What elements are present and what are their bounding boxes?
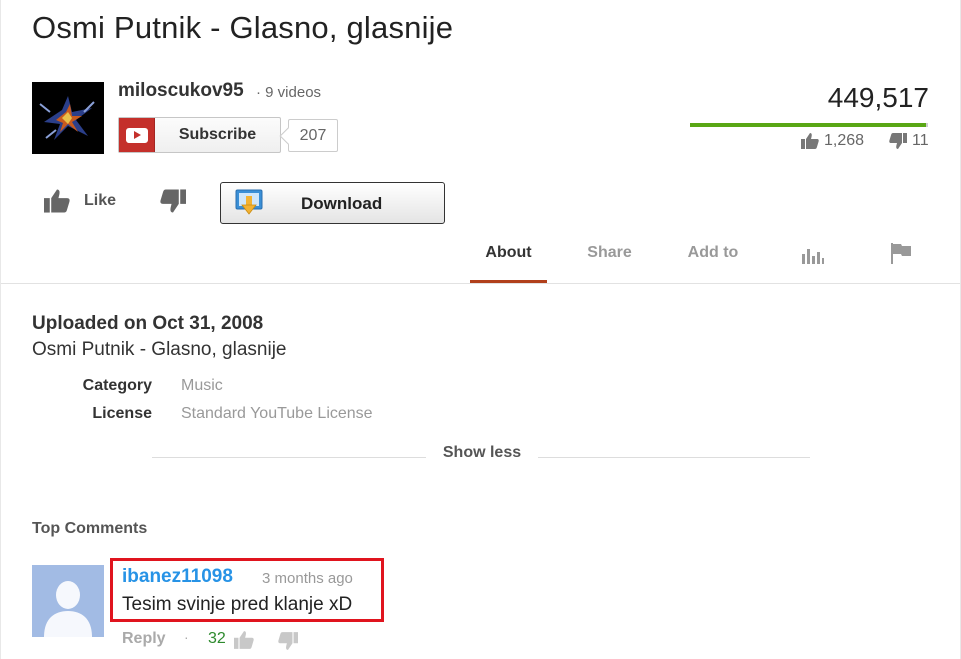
channel-avatar-art: [32, 82, 104, 154]
upload-date: Uploaded on Oct 31, 2008: [32, 313, 264, 334]
show-less-button[interactable]: Show less: [430, 444, 534, 462]
comment-avatar[interactable]: [32, 565, 104, 637]
channel-avatar[interactable]: [32, 82, 104, 154]
like-label: Like: [84, 192, 117, 209]
channel-name[interactable]: miloscukov95: [118, 80, 244, 102]
view-count: 449,517: [827, 82, 929, 113]
comment-author[interactable]: ibanez11098: [122, 566, 233, 588]
dislike-button[interactable]: [160, 188, 186, 219]
thumbs-up-icon: [234, 631, 254, 649]
rating-bar-fill: [690, 123, 926, 127]
tab-stats[interactable]: [790, 236, 835, 283]
tab-report[interactable]: [878, 236, 923, 283]
dislike-count-summary: 11: [889, 132, 929, 150]
comment-dislike-button[interactable]: [278, 632, 298, 655]
show-less-divider-left: [152, 457, 426, 458]
video-tabs: About Share Add to: [470, 236, 940, 284]
default-user-icon: [32, 565, 104, 637]
subscriber-count: 207: [288, 119, 338, 152]
subscribe-label: Subscribe: [178, 126, 257, 143]
thumbs-up-icon: [44, 189, 70, 213]
dislike-count: 11: [912, 132, 929, 149]
like-button[interactable]: Like: [44, 188, 116, 214]
like-count-summary: 1,268: [801, 132, 864, 150]
tab-add-to[interactable]: Add to: [675, 236, 751, 283]
thumbs-down-icon: [160, 189, 186, 213]
tabs-divider: [1, 283, 960, 284]
comments-heading[interactable]: Top Comments: [32, 520, 147, 538]
comment-separator: ·: [184, 629, 189, 645]
thumbs-down-icon: [889, 133, 907, 149]
download-button[interactable]: Download: [220, 182, 445, 224]
thumbs-up-icon: [801, 133, 819, 149]
license-value: Standard YouTube License: [181, 405, 373, 422]
like-count: 1,268: [824, 132, 865, 149]
video-title: Osmi Putnik - Glasno, glasnije: [32, 10, 454, 45]
video-description: Osmi Putnik - Glasno, glasnije: [32, 339, 287, 360]
thumbs-down-icon: [278, 632, 298, 650]
youtube-logo-icon: [119, 118, 155, 152]
stats-icon: [801, 249, 824, 264]
flag-icon: [890, 243, 911, 264]
comment-like-button[interactable]: [234, 631, 254, 654]
channel-video-count[interactable]: · 9 videos: [256, 84, 321, 101]
license-label: License: [92, 405, 152, 422]
rating-bar: [690, 123, 928, 127]
comment-like-count: 32: [208, 630, 226, 647]
tab-about[interactable]: About: [470, 236, 547, 283]
category-label: Category: [82, 377, 152, 394]
comment-text: Tesim svinje pred klanje xD: [122, 594, 353, 615]
download-icon: [235, 189, 263, 215]
download-label: Download: [301, 194, 383, 213]
category-value[interactable]: Music: [181, 377, 223, 395]
tab-share[interactable]: Share: [572, 236, 647, 283]
reply-button[interactable]: Reply: [122, 630, 166, 648]
subscribe-button[interactable]: Subscribe: [118, 117, 281, 153]
comment-timestamp[interactable]: 3 months ago: [262, 570, 353, 587]
show-less-divider-right: [538, 457, 810, 458]
